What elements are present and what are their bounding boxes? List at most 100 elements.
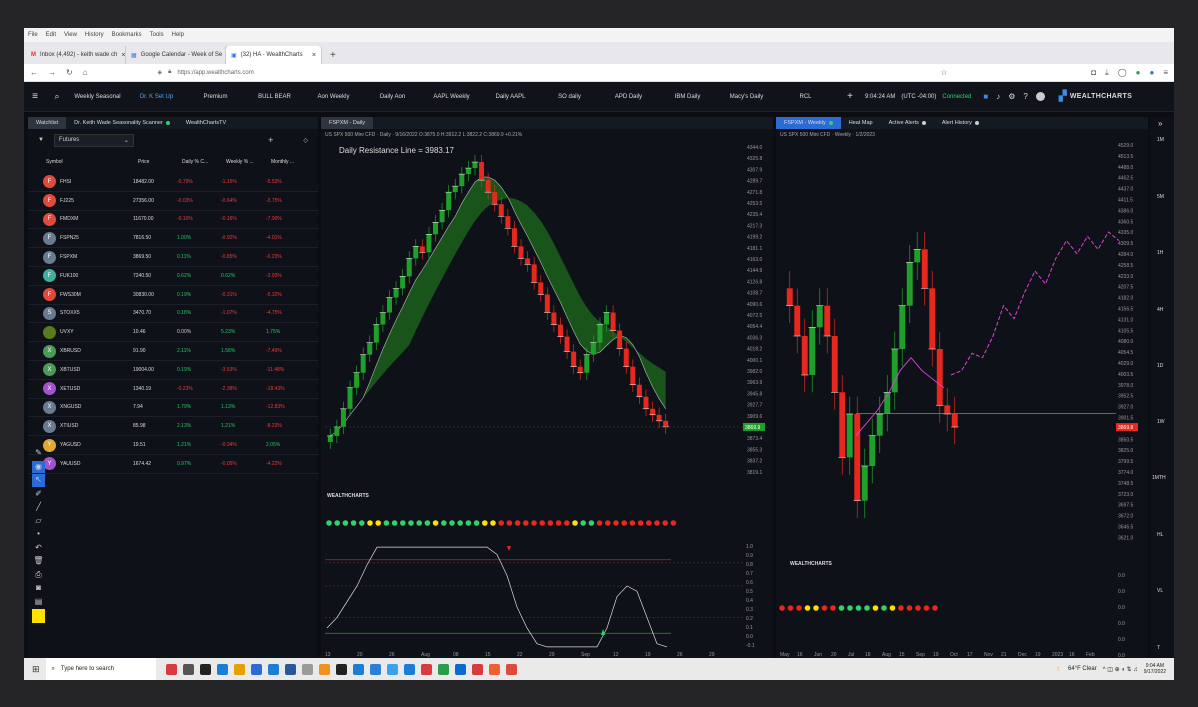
- filter-icon[interactable]: ▼: [38, 137, 44, 143]
- undo-icon[interactable]: ↶: [35, 542, 42, 555]
- hamburger-menu-icon[interactable]: ≡: [1163, 68, 1168, 78]
- taskbar-app-icon[interactable]: [386, 663, 398, 675]
- col-weekly[interactable]: Weekly % ...: [226, 159, 271, 165]
- table-row[interactable]: F FJ225 27356.00 -0.03% -0.64% -3.75%: [28, 192, 318, 211]
- home-icon[interactable]: ⌂: [83, 68, 88, 77]
- forward-icon[interactable]: →: [48, 68, 56, 77]
- add-layout-button[interactable]: +: [835, 91, 865, 102]
- taskbar-app-icon[interactable]: [369, 663, 381, 675]
- taskbar-app-icon[interactable]: [267, 663, 279, 675]
- col-price[interactable]: Price: [138, 159, 182, 165]
- taskbar-app-icon[interactable]: [318, 663, 330, 675]
- table-row[interactable]: S STOXX5 3470.70 0.18% -1.07% -4.75%: [28, 305, 318, 324]
- table-row[interactable]: X XBTUSD 19004.00 0.19% -3.53% -11.48%: [28, 361, 318, 380]
- extension-icon[interactable]: ●: [1136, 68, 1141, 78]
- layout-tab[interactable]: Premium: [186, 94, 245, 100]
- tab-active-alerts[interactable]: Active Alerts: [881, 117, 934, 129]
- timeframe-5m[interactable]: 5M: [1157, 194, 1164, 200]
- table-row[interactable]: UVXY 10.46 0.00% 5.23% 1.75%: [28, 323, 318, 343]
- table-row[interactable]: F FMDXM 11670.00 -0.10% -0.16% -7.90%: [28, 211, 318, 230]
- new-tab-button[interactable]: +: [322, 50, 344, 64]
- layout-tab[interactable]: APD Daily: [599, 94, 658, 100]
- tab-alert-history[interactable]: Alert History: [934, 117, 987, 129]
- layout-tab[interactable]: Macy's Daily: [717, 94, 776, 100]
- extension2-icon[interactable]: ●: [1149, 68, 1154, 78]
- taskbar-search[interactable]: ⌕ Type here to search: [45, 658, 156, 680]
- taskbar-app-icon[interactable]: [199, 663, 211, 675]
- timeframe-4h[interactable]: 4H: [1157, 307, 1163, 313]
- eye-icon[interactable]: ◉: [32, 460, 45, 473]
- table-row[interactable]: X XETUSD 1340.19 -0.23% -2.38% -18.43%: [28, 380, 318, 399]
- table-row[interactable]: X XBRUSD 91.90 2.11% 1.58% -7.49%: [28, 342, 318, 361]
- layout-tab[interactable]: SO daily: [540, 94, 599, 100]
- menu-item[interactable]: File: [28, 32, 38, 38]
- taskbar-app-icon[interactable]: [250, 663, 262, 675]
- table-row[interactable]: Y YAUUSD 1674.42 0.97% -0.05% -4.22%: [28, 455, 318, 474]
- layout-tab[interactable]: Weekly Seasonal: [68, 94, 127, 100]
- timeframe-1w[interactable]: 1W: [1157, 419, 1165, 425]
- taskbar-app-icon[interactable]: [165, 663, 177, 675]
- bell-icon[interactable]: ♪: [996, 92, 1000, 101]
- watchlist-select[interactable]: Futures ⌄: [53, 133, 134, 147]
- taskbar-app-icon[interactable]: [335, 663, 347, 675]
- add-symbol-icon[interactable]: +: [268, 135, 273, 145]
- save-icon[interactable]: ■: [983, 92, 988, 101]
- ruler-icon[interactable]: ▱: [35, 515, 41, 528]
- menu-item[interactable]: View: [64, 32, 77, 38]
- print-icon[interactable]: ⎙: [35, 569, 41, 582]
- search-icon[interactable]: ⌕: [46, 91, 68, 102]
- back-icon[interactable]: ←: [30, 68, 38, 77]
- dot-icon[interactable]: •: [37, 528, 40, 541]
- url-field[interactable]: ◈ 🔒︎ https://app.wealthcharts.com ☆: [98, 66, 948, 79]
- timeframe-vl[interactable]: VL: [1157, 588, 1163, 594]
- tab-heat-map[interactable]: Heat Map: [841, 117, 881, 129]
- clipboard-icon[interactable]: ▤: [35, 596, 43, 609]
- layout-tab[interactable]: Daily AAPL: [481, 94, 540, 100]
- help-icon[interactable]: ?: [1023, 92, 1027, 101]
- col-monthly[interactable]: Monthly ...: [271, 159, 316, 165]
- tray-icons[interactable]: ^ ◫ ⊕ ◖ ⇅ ♫: [1103, 666, 1138, 673]
- weekly-chart[interactable]: US SPX 500 Mini CFD · Weekly · 1/2/2023 4…: [776, 129, 1148, 658]
- taskbar-app-icon[interactable]: [437, 663, 449, 675]
- taskbar-app-icon[interactable]: [216, 663, 228, 675]
- gear-icon[interactable]: ⚙: [1008, 92, 1015, 101]
- table-row[interactable]: X XNGUSD 7.94 1.79% 1.13% -12.83%: [28, 399, 318, 418]
- reload-icon[interactable]: ↻: [66, 68, 73, 77]
- account-icon[interactable]: ◯: [1118, 68, 1127, 78]
- tab-watchlist[interactable]: Watchlist: [28, 117, 67, 129]
- timeframe-1d[interactable]: 1D: [1157, 363, 1163, 369]
- taskbar-app-icon[interactable]: [471, 663, 483, 675]
- layout-tab[interactable]: BULL BEAR: [245, 94, 304, 100]
- timeframe-hl[interactable]: HL: [1157, 532, 1163, 538]
- col-daily[interactable]: Daily % C...: [182, 159, 226, 165]
- taskbar-app-icon[interactable]: [488, 663, 500, 675]
- taskbar-app-icon[interactable]: [403, 663, 415, 675]
- layout-tab[interactable]: Aon Weekly: [304, 94, 363, 100]
- table-row[interactable]: F FSPN25 7816.50 1.00% -0.92% -4.01%: [28, 229, 318, 249]
- windows-start-icon[interactable]: ⊞: [32, 664, 40, 675]
- close-icon[interactable]: ×: [312, 52, 316, 59]
- layout-tab[interactable]: RCL: [776, 94, 835, 100]
- cursor-icon[interactable]: ↖: [32, 474, 45, 487]
- table-row[interactable]: F FUK100 7240.50 0.62% 0.62% -3.93%: [28, 267, 318, 286]
- taskbar-app-icon[interactable]: [284, 663, 296, 675]
- daily-chart[interactable]: US SPX 500 Mini CFD · Daily · 9/16/2022 …: [321, 129, 773, 658]
- menu-item[interactable]: Tools: [150, 32, 164, 38]
- brush-icon[interactable]: ✐: [35, 488, 42, 501]
- layout-tab[interactable]: Dr. K Set Up: [127, 94, 186, 100]
- browser-tab-gmail[interactable]: M Inbox (4,492) - keith wade ch ×: [26, 46, 126, 64]
- taskbar-app-icon[interactable]: [454, 663, 466, 675]
- taskbar-app-icon[interactable]: [352, 663, 364, 675]
- browser-tab-calendar[interactable]: ▦ Google Calendar - Week of Se ×: [126, 46, 226, 64]
- menu-item[interactable]: History: [85, 32, 104, 38]
- taskbar-app-icon[interactable]: [182, 663, 194, 675]
- tab-wealthchartstv[interactable]: WealthChartsTV: [178, 117, 234, 129]
- taskbar-app-icon[interactable]: [301, 663, 313, 675]
- menu-item[interactable]: Help: [172, 32, 184, 38]
- pen-icon[interactable]: ✎: [35, 447, 42, 460]
- timeframe-1mth[interactable]: 1MTH: [1152, 475, 1166, 481]
- table-row[interactable]: X XTIUSD 85.98 2.13% 1.21% -8.23%: [28, 417, 318, 437]
- clock[interactable]: 9:04 AM 9/17/2022: [1144, 663, 1166, 675]
- table-row[interactable]: F FWS30M 30830.00 0.19% -0.31% -5.32%: [28, 286, 318, 305]
- menu-item[interactable]: Edit: [46, 32, 56, 38]
